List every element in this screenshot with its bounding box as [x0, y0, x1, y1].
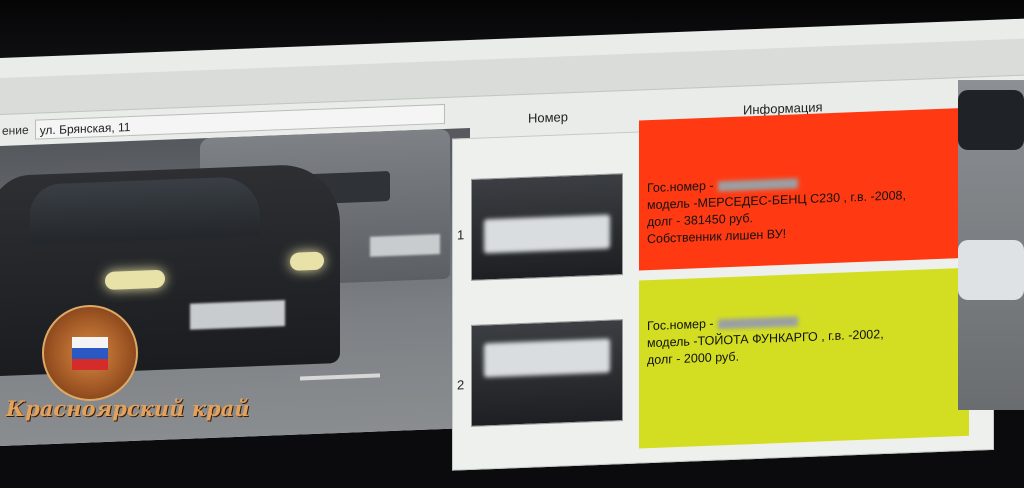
plate-blurred — [484, 214, 610, 254]
emblem-stripe-blue — [72, 348, 108, 359]
car-windshield — [30, 176, 260, 245]
redacted-plate — [717, 178, 798, 192]
region-caption: Красноярский край — [6, 396, 250, 421]
info-line: Гос.номер - — [647, 316, 714, 334]
second-camera-car — [958, 240, 1024, 300]
plate-thumbnail[interactable] — [471, 319, 623, 427]
emblem-stripe-red — [72, 359, 108, 370]
results-table: Номер Информация 1 Гос.номер - модель -М… — [452, 99, 994, 471]
info-cell-alert: Гос.номер - модель -МЕРСЕДЕС-БЕНЦ С230 ,… — [639, 107, 969, 271]
second-camera-view — [958, 80, 1024, 410]
row-index: 1 — [457, 227, 465, 243]
column-header-number: Номер — [528, 109, 569, 126]
app-window: ение ул. Брянская, 11 Номер Информация 1 — [0, 18, 1024, 471]
second-camera-car — [958, 90, 1024, 150]
police-emblem-icon — [42, 305, 138, 401]
info-line: Гос.номер - — [647, 178, 714, 196]
emblem-stripe-white — [72, 337, 108, 348]
lane-line — [300, 373, 380, 381]
car-headlight-right — [290, 251, 324, 271]
location-label: ение — [2, 122, 29, 138]
info-cell-warning: Гос.номер - модель -ТОЙОТА ФУНКАРГО , г.… — [639, 267, 969, 449]
car-headlight-left — [105, 269, 165, 290]
redacted-plate — [717, 316, 798, 330]
plate-blurred — [484, 338, 610, 378]
row-index: 2 — [457, 377, 465, 393]
plate-thumbnail[interactable] — [471, 173, 623, 281]
suv-plate-blurred — [370, 234, 440, 257]
car-plate-blurred — [190, 300, 285, 330]
